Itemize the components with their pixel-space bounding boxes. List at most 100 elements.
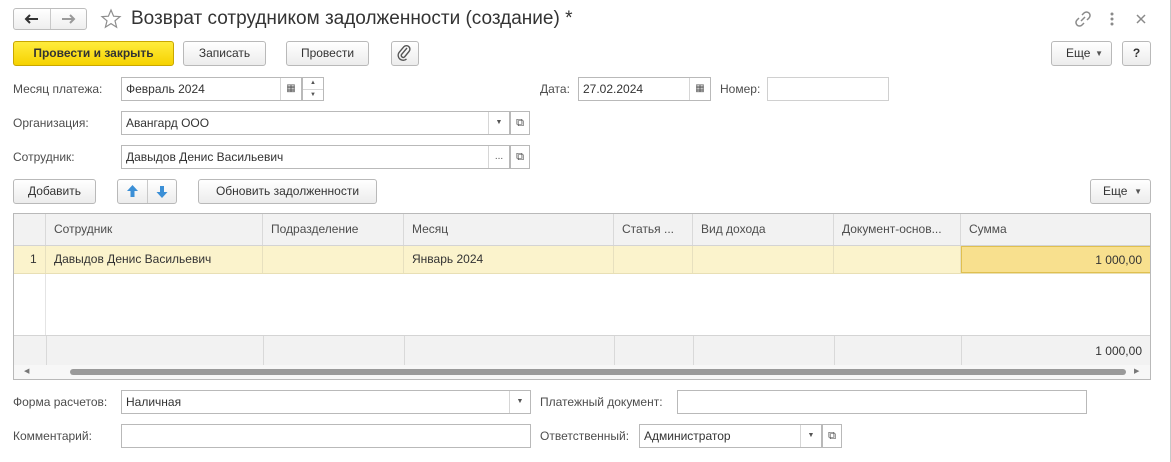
column-header-month[interactable]: Месяц bbox=[404, 214, 614, 245]
help-button[interactable]: ? bbox=[1122, 41, 1151, 66]
number-label: Номер: bbox=[720, 82, 761, 96]
footer-cell bbox=[46, 336, 264, 366]
table-row[interactable]: 1 Давыдов Денис Васильевич Январь 2024 1… bbox=[14, 246, 1150, 274]
column-header-amount[interactable]: Сумма bbox=[961, 214, 1150, 245]
chevron-down-icon[interactable]: ▼ bbox=[509, 391, 530, 413]
scroll-right-icon[interactable]: ▶ bbox=[1134, 365, 1139, 379]
table-header: Сотрудник Подразделение Месяц Статья ...… bbox=[14, 214, 1150, 246]
scroll-left-icon[interactable]: ◀ bbox=[24, 365, 29, 379]
row-number: 1 bbox=[14, 246, 46, 273]
date-value: 27.02.2024 bbox=[583, 82, 644, 96]
select-ellipsis-icon[interactable]: ... bbox=[488, 146, 509, 168]
column-header-basis-document[interactable]: Документ-основ... bbox=[834, 214, 961, 245]
organization-value: Авангард ООО bbox=[126, 116, 210, 130]
stepper-down-icon[interactable]: ▼ bbox=[303, 90, 323, 101]
calendar-icon[interactable]: ▦ bbox=[689, 78, 710, 100]
payment-document-field[interactable] bbox=[677, 390, 1087, 414]
attach-button[interactable] bbox=[391, 41, 419, 66]
chevron-down-icon: ▼ bbox=[1134, 187, 1142, 196]
post-and-close-button[interactable]: Провести и закрыть bbox=[13, 41, 174, 66]
organization-label: Организация: bbox=[13, 116, 89, 130]
debts-table[interactable]: Сотрудник Подразделение Месяц Статья ...… bbox=[13, 213, 1151, 380]
add-row-button[interactable]: Добавить bbox=[13, 179, 96, 204]
calendar-icon[interactable]: ▦ bbox=[280, 78, 301, 100]
responsible-open-button[interactable]: ⧉ bbox=[822, 424, 842, 448]
close-icon bbox=[1136, 14, 1146, 24]
column-header-article[interactable]: Статья ... bbox=[614, 214, 693, 245]
move-up-button[interactable] bbox=[118, 180, 148, 203]
payment-form-label: Форма расчетов: bbox=[13, 395, 108, 409]
row-amount[interactable]: 1 000,00 bbox=[961, 246, 1150, 273]
close-button[interactable] bbox=[1131, 9, 1151, 29]
open-icon: ⧉ bbox=[828, 430, 836, 442]
footer-cell bbox=[404, 336, 615, 366]
arrow-right-icon bbox=[62, 14, 76, 24]
table-footer: 1 000,00 bbox=[14, 335, 1150, 366]
more-button-label: Еще bbox=[1066, 46, 1091, 60]
paperclip-icon bbox=[397, 44, 411, 61]
favorite-button[interactable] bbox=[100, 8, 122, 30]
chevron-down-icon[interactable]: ▼ bbox=[800, 425, 821, 447]
link-button[interactable] bbox=[1073, 9, 1093, 29]
number-field[interactable] bbox=[767, 77, 889, 101]
footer-total: 1 000,00 bbox=[1095, 344, 1142, 358]
organization-open-button[interactable]: ⧉ bbox=[510, 111, 530, 135]
footer-cell bbox=[14, 336, 47, 366]
arrow-left-icon bbox=[24, 14, 38, 24]
column-header-number[interactable] bbox=[14, 214, 46, 245]
column-header-department[interactable]: Подразделение bbox=[263, 214, 404, 245]
move-down-button[interactable] bbox=[148, 180, 176, 203]
save-button[interactable]: Записать bbox=[183, 41, 266, 66]
stepper-up-icon[interactable]: ▲ bbox=[303, 78, 323, 90]
payment-form-value: Наличная bbox=[126, 395, 182, 409]
horizontal-scrollbar[interactable]: ◀ ▶ bbox=[14, 365, 1150, 379]
move-buttons bbox=[117, 179, 177, 204]
page-title: Возврат сотрудником задолженности (созда… bbox=[131, 8, 573, 29]
payment-form-field[interactable]: Наличная ▼ bbox=[121, 390, 531, 414]
employee-label: Сотрудник: bbox=[13, 150, 75, 164]
column-divider bbox=[45, 274, 46, 335]
employee-field[interactable]: Давыдов Денис Васильевич ... bbox=[121, 145, 510, 169]
employee-open-button[interactable]: ⧉ bbox=[510, 145, 530, 169]
open-icon: ⧉ bbox=[516, 151, 524, 163]
open-icon: ⧉ bbox=[516, 117, 524, 129]
row-department[interactable] bbox=[263, 246, 404, 273]
scrollbar-thumb[interactable] bbox=[70, 369, 1126, 375]
organization-field[interactable]: Авангард ООО ▼ bbox=[121, 111, 510, 135]
arrow-down-icon bbox=[156, 186, 168, 198]
more-actions-button[interactable] bbox=[1104, 9, 1120, 29]
responsible-field[interactable]: Администратор ▼ bbox=[639, 424, 822, 448]
table-more-button[interactable]: Еще ▼ bbox=[1090, 179, 1151, 204]
back-button[interactable] bbox=[14, 9, 51, 29]
link-icon bbox=[1075, 11, 1091, 27]
date-field[interactable]: 27.02.2024 ▦ bbox=[578, 77, 711, 101]
month-stepper[interactable]: ▲ ▼ bbox=[302, 77, 324, 101]
column-header-income-type[interactable]: Вид дохода bbox=[693, 214, 834, 245]
row-month[interactable]: Январь 2024 bbox=[404, 246, 614, 273]
chevron-down-icon[interactable]: ▼ bbox=[488, 112, 509, 134]
month-label: Месяц платежа: bbox=[13, 82, 103, 96]
footer-cell bbox=[614, 336, 694, 366]
responsible-label: Ответственный: bbox=[540, 429, 630, 443]
star-icon bbox=[100, 8, 122, 29]
comment-field[interactable] bbox=[121, 424, 531, 448]
row-basis-document[interactable] bbox=[834, 246, 961, 273]
comment-label: Комментарий: bbox=[13, 429, 92, 443]
row-income-type[interactable] bbox=[693, 246, 834, 273]
row-article[interactable] bbox=[614, 246, 693, 273]
column-header-employee[interactable]: Сотрудник bbox=[46, 214, 263, 245]
forward-button[interactable] bbox=[51, 9, 86, 29]
row-employee[interactable]: Давыдов Денис Васильевич bbox=[46, 246, 263, 273]
footer-cell bbox=[263, 336, 405, 366]
month-value: Февраль 2024 bbox=[126, 82, 205, 96]
refresh-debts-button[interactable]: Обновить задолженности bbox=[198, 179, 377, 204]
date-label: Дата: bbox=[540, 82, 570, 96]
nav-buttons bbox=[13, 8, 87, 30]
month-field[interactable]: Февраль 2024 ▦ bbox=[121, 77, 302, 101]
more-button[interactable]: Еще ▼ bbox=[1051, 41, 1112, 66]
vertical-dots-icon bbox=[1110, 12, 1114, 26]
table-more-label: Еще bbox=[1103, 184, 1128, 198]
responsible-value: Администратор bbox=[644, 429, 731, 443]
footer-cell bbox=[693, 336, 835, 366]
post-button[interactable]: Провести bbox=[286, 41, 369, 66]
